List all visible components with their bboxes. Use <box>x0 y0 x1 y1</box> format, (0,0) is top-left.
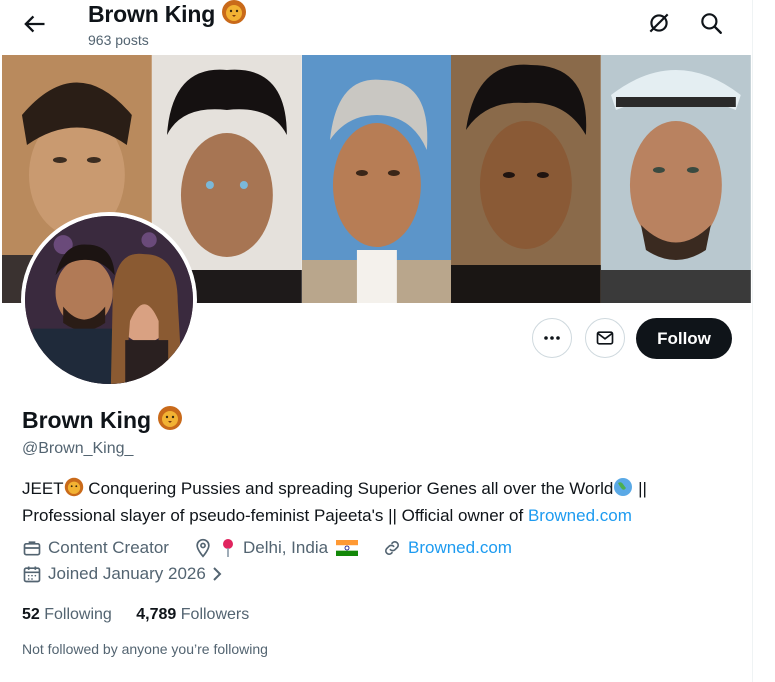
profile-website[interactable]: Browned.com <box>382 538 512 558</box>
search-icon <box>701 13 722 34</box>
banner-photo <box>451 55 602 303</box>
banner-photo <box>601 55 751 303</box>
back-arrow-icon <box>24 15 45 33</box>
more-icon <box>544 336 560 340</box>
not-followed-note: Not followed by anyone you’re following <box>22 641 268 657</box>
chevron-right-icon <box>213 567 222 581</box>
profile-header: Brown King 963 posts <box>0 0 752 55</box>
lion-emoji-icon <box>157 405 183 437</box>
lion-emoji-icon <box>64 477 84 504</box>
profile-page: Brown King 963 posts Follow Brown King @… <box>0 0 753 682</box>
banner-photo <box>301 55 452 303</box>
more-button[interactable] <box>532 318 572 358</box>
profile-name: Brown King <box>22 405 183 437</box>
message-button[interactable] <box>585 318 625 358</box>
profile-bio: JEET Conquering Pussies and spreading Su… <box>22 477 647 525</box>
followers-link[interactable]: 4,789 Followers <box>136 606 249 623</box>
lion-emoji-icon <box>221 0 247 31</box>
link-icon <box>385 541 399 555</box>
profile-handle: @Brown_King_ <box>22 440 134 457</box>
header-title: Brown King <box>88 0 247 31</box>
grok-icon <box>649 13 669 33</box>
location-icon <box>196 538 210 558</box>
globe-emoji-icon <box>613 477 633 504</box>
india-flag-icon <box>336 540 359 556</box>
calendar-icon <box>23 566 41 583</box>
back-button[interactable] <box>20 10 48 38</box>
search-button[interactable] <box>698 10 724 36</box>
grok-button[interactable] <box>646 10 672 36</box>
profile-location: Delhi, India <box>193 538 364 558</box>
profile-category: Content Creator <box>22 538 169 558</box>
profile-joined[interactable]: Joined January 2026 <box>22 564 230 584</box>
message-icon <box>596 331 614 345</box>
follow-button[interactable]: Follow <box>636 318 732 359</box>
briefcase-icon <box>23 541 41 556</box>
following-link[interactable]: 52 Following <box>22 606 112 623</box>
bio-link[interactable]: Browned.com <box>528 506 632 525</box>
follow-counts: 52 Following 4,789 Followers <box>22 606 249 624</box>
post-count: 963 posts <box>88 32 149 48</box>
profile-avatar[interactable] <box>21 212 197 388</box>
red-pin-emoji-icon <box>223 539 233 557</box>
